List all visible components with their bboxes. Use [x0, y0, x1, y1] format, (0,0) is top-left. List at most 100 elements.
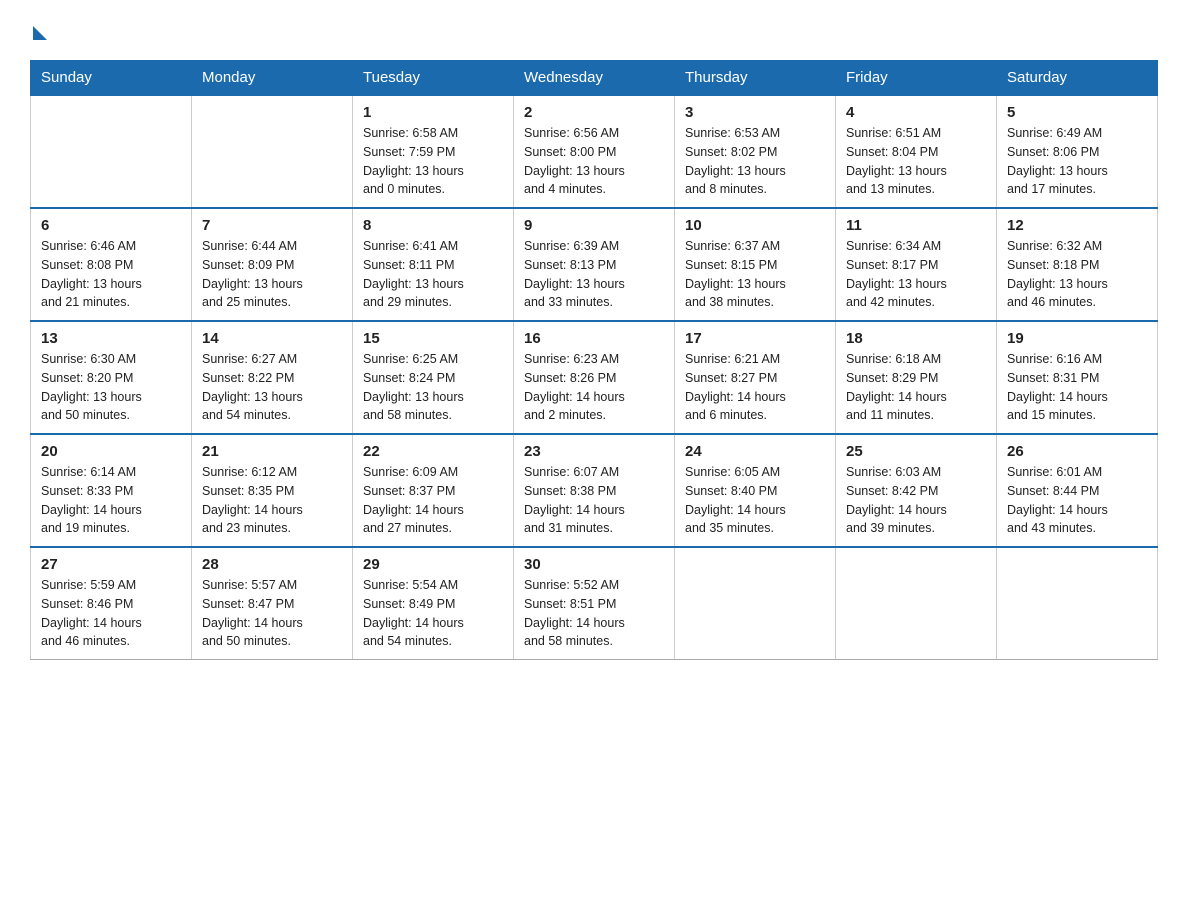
day-number: 17	[685, 330, 825, 347]
calendar-day-cell: 20Sunrise: 6:14 AM Sunset: 8:33 PM Dayli…	[31, 434, 192, 547]
calendar-day-cell: 8 Sunrise: 6:41 AM Sunset: 8:11 PM Daylig…	[353, 208, 514, 321]
day-number: 22	[363, 443, 503, 460]
calendar-day-cell: 16Sunrise: 6:23 AM Sunset: 8:26 PM Dayli…	[514, 321, 675, 434]
calendar-day-cell: 23 Sunrise: 6:07 AM Sunset: 8:38 PM Dayli…	[514, 434, 675, 547]
day-number: 18	[846, 330, 986, 347]
day-number: 11	[846, 217, 986, 234]
calendar-day-cell: 30 Sunrise: 5:52 AM Sunset: 8:51 PM Dayli…	[514, 547, 675, 660]
calendar-week-row: 1 Sunrise: 6:58 AM Sunset: 7:59 PM Daylig…	[31, 95, 1158, 208]
day-info: Sunrise: 6:41 AM Sunset: 8:11 PM Dayligh…	[363, 237, 503, 312]
calendar-day-cell: 19 Sunrise: 6:16 AM Sunset: 8:31 PM Dayli…	[997, 321, 1158, 434]
day-number: 13	[41, 330, 181, 347]
calendar-day-cell: 1 Sunrise: 6:58 AM Sunset: 7:59 PM Daylig…	[353, 95, 514, 208]
day-info: Sunrise: 6:14 AM Sunset: 8:33 PM Dayligh…	[41, 463, 181, 538]
day-number: 15	[363, 330, 503, 347]
calendar-day-cell: 11Sunrise: 6:34 AM Sunset: 8:17 PM Dayli…	[836, 208, 997, 321]
day-info: Sunrise: 6:25 AM Sunset: 8:24 PM Dayligh…	[363, 350, 503, 425]
day-number: 24	[685, 443, 825, 460]
calendar-day-cell: 6 Sunrise: 6:46 AM Sunset: 8:08 PM Daylig…	[31, 208, 192, 321]
day-info: Sunrise: 6:58 AM Sunset: 7:59 PM Dayligh…	[363, 124, 503, 199]
calendar-day-cell: 24 Sunrise: 6:05 AM Sunset: 8:40 PM Dayli…	[675, 434, 836, 547]
calendar-day-cell: 29 Sunrise: 5:54 AM Sunset: 8:49 PM Dayli…	[353, 547, 514, 660]
day-number: 14	[202, 330, 342, 347]
calendar-week-row: 27 Sunrise: 5:59 AM Sunset: 8:46 PM Dayli…	[31, 547, 1158, 660]
calendar-day-cell	[675, 547, 836, 660]
calendar-day-cell: 27 Sunrise: 5:59 AM Sunset: 8:46 PM Dayli…	[31, 547, 192, 660]
day-number: 2	[524, 104, 664, 121]
calendar-day-header: Thursday	[675, 61, 836, 96]
day-number: 4	[846, 104, 986, 121]
day-number: 16	[524, 330, 664, 347]
day-info: Sunrise: 6:27 AM Sunset: 8:22 PM Dayligh…	[202, 350, 342, 425]
calendar-day-cell: 15 Sunrise: 6:25 AM Sunset: 8:24 PM Dayli…	[353, 321, 514, 434]
calendar-week-row: 20Sunrise: 6:14 AM Sunset: 8:33 PM Dayli…	[31, 434, 1158, 547]
calendar-week-row: 6 Sunrise: 6:46 AM Sunset: 8:08 PM Daylig…	[31, 208, 1158, 321]
calendar-day-header: Monday	[192, 61, 353, 96]
day-info: Sunrise: 6:16 AM Sunset: 8:31 PM Dayligh…	[1007, 350, 1147, 425]
calendar-day-cell: 7 Sunrise: 6:44 AM Sunset: 8:09 PM Daylig…	[192, 208, 353, 321]
day-info: Sunrise: 6:49 AM Sunset: 8:06 PM Dayligh…	[1007, 124, 1147, 199]
day-number: 7	[202, 217, 342, 234]
calendar-day-cell: 5 Sunrise: 6:49 AM Sunset: 8:06 PM Daylig…	[997, 95, 1158, 208]
day-info: Sunrise: 6:30 AM Sunset: 8:20 PM Dayligh…	[41, 350, 181, 425]
day-number: 3	[685, 104, 825, 121]
calendar-day-header: Wednesday	[514, 61, 675, 96]
calendar-day-header: Saturday	[997, 61, 1158, 96]
calendar-day-cell	[836, 547, 997, 660]
day-info: Sunrise: 6:44 AM Sunset: 8:09 PM Dayligh…	[202, 237, 342, 312]
calendar-day-cell	[31, 95, 192, 208]
day-info: Sunrise: 6:32 AM Sunset: 8:18 PM Dayligh…	[1007, 237, 1147, 312]
calendar-day-cell: 22 Sunrise: 6:09 AM Sunset: 8:37 PM Dayli…	[353, 434, 514, 547]
calendar-day-cell: 12Sunrise: 6:32 AM Sunset: 8:18 PM Dayli…	[997, 208, 1158, 321]
calendar-day-cell: 25 Sunrise: 6:03 AM Sunset: 8:42 PM Dayli…	[836, 434, 997, 547]
day-info: Sunrise: 6:09 AM Sunset: 8:37 PM Dayligh…	[363, 463, 503, 538]
day-number: 6	[41, 217, 181, 234]
day-number: 26	[1007, 443, 1147, 460]
day-number: 19	[1007, 330, 1147, 347]
day-info: Sunrise: 6:05 AM Sunset: 8:40 PM Dayligh…	[685, 463, 825, 538]
day-number: 28	[202, 556, 342, 573]
calendar-day-cell: 9 Sunrise: 6:39 AM Sunset: 8:13 PM Daylig…	[514, 208, 675, 321]
calendar-day-cell: 14 Sunrise: 6:27 AM Sunset: 8:22 PM Dayli…	[192, 321, 353, 434]
day-info: Sunrise: 6:53 AM Sunset: 8:02 PM Dayligh…	[685, 124, 825, 199]
day-info: Sunrise: 6:12 AM Sunset: 8:35 PM Dayligh…	[202, 463, 342, 538]
day-info: Sunrise: 5:59 AM Sunset: 8:46 PM Dayligh…	[41, 576, 181, 651]
day-info: Sunrise: 6:39 AM Sunset: 8:13 PM Dayligh…	[524, 237, 664, 312]
day-number: 10	[685, 217, 825, 234]
day-info: Sunrise: 6:18 AM Sunset: 8:29 PM Dayligh…	[846, 350, 986, 425]
calendar-day-cell: 4Sunrise: 6:51 AM Sunset: 8:04 PM Daylig…	[836, 95, 997, 208]
day-number: 21	[202, 443, 342, 460]
day-number: 25	[846, 443, 986, 460]
calendar-day-header: Sunday	[31, 61, 192, 96]
day-number: 9	[524, 217, 664, 234]
day-info: Sunrise: 5:57 AM Sunset: 8:47 PM Dayligh…	[202, 576, 342, 651]
day-info: Sunrise: 6:46 AM Sunset: 8:08 PM Dayligh…	[41, 237, 181, 312]
calendar-week-row: 13 Sunrise: 6:30 AM Sunset: 8:20 PM Dayli…	[31, 321, 1158, 434]
day-info: Sunrise: 6:56 AM Sunset: 8:00 PM Dayligh…	[524, 124, 664, 199]
day-number: 27	[41, 556, 181, 573]
calendar-day-cell: 17 Sunrise: 6:21 AM Sunset: 8:27 PM Dayli…	[675, 321, 836, 434]
day-info: Sunrise: 5:52 AM Sunset: 8:51 PM Dayligh…	[524, 576, 664, 651]
day-number: 5	[1007, 104, 1147, 121]
calendar-day-cell: 28 Sunrise: 5:57 AM Sunset: 8:47 PM Dayli…	[192, 547, 353, 660]
calendar-day-header: Tuesday	[353, 61, 514, 96]
calendar-table: SundayMondayTuesdayWednesdayThursdayFrid…	[30, 60, 1158, 660]
calendar-day-cell: 10Sunrise: 6:37 AM Sunset: 8:15 PM Dayli…	[675, 208, 836, 321]
day-info: Sunrise: 6:21 AM Sunset: 8:27 PM Dayligh…	[685, 350, 825, 425]
day-info: Sunrise: 6:01 AM Sunset: 8:44 PM Dayligh…	[1007, 463, 1147, 538]
page-header	[30, 20, 1158, 40]
day-number: 8	[363, 217, 503, 234]
calendar-day-header: Friday	[836, 61, 997, 96]
day-info: Sunrise: 5:54 AM Sunset: 8:49 PM Dayligh…	[363, 576, 503, 651]
day-info: Sunrise: 6:03 AM Sunset: 8:42 PM Dayligh…	[846, 463, 986, 538]
day-number: 1	[363, 104, 503, 121]
day-info: Sunrise: 6:07 AM Sunset: 8:38 PM Dayligh…	[524, 463, 664, 538]
day-number: 30	[524, 556, 664, 573]
calendar-day-cell: 13 Sunrise: 6:30 AM Sunset: 8:20 PM Dayli…	[31, 321, 192, 434]
calendar-day-cell	[997, 547, 1158, 660]
day-number: 23	[524, 443, 664, 460]
calendar-day-cell: 26 Sunrise: 6:01 AM Sunset: 8:44 PM Dayli…	[997, 434, 1158, 547]
logo-triangle-icon	[33, 26, 47, 40]
logo	[30, 20, 47, 40]
day-number: 29	[363, 556, 503, 573]
